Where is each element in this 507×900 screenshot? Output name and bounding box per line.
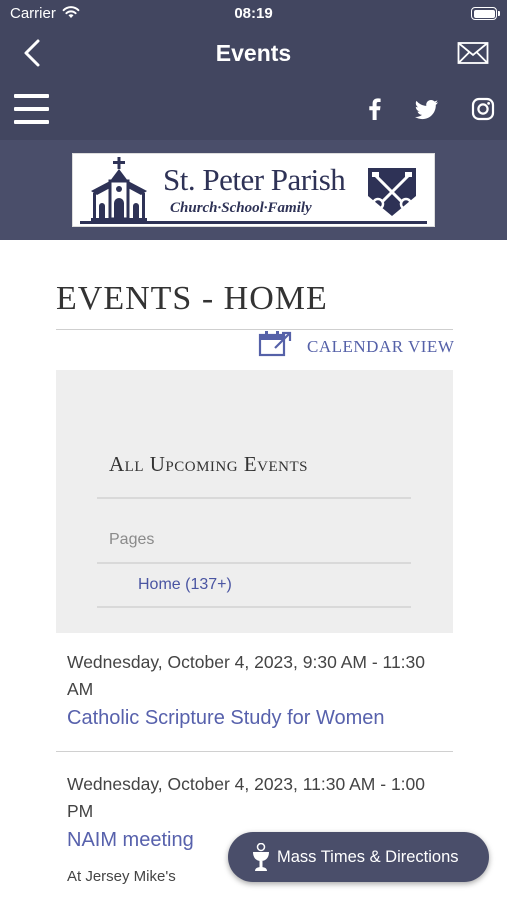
twitter-icon[interactable] bbox=[414, 96, 440, 122]
instagram-icon[interactable] bbox=[470, 96, 496, 122]
mass-times-directions-button[interactable]: Mass Times & Directions bbox=[228, 832, 489, 882]
chalice-icon bbox=[253, 843, 269, 871]
filter-panel: All Upcoming Events Pages Home (137+) bbox=[56, 370, 453, 633]
event-date: Wednesday, October 4, 2023, 9:30 AM - 11… bbox=[67, 652, 425, 699]
toolbar bbox=[0, 80, 507, 140]
calendar-view-label: CALENDAR VIEW bbox=[307, 337, 455, 356]
mail-icon[interactable] bbox=[457, 40, 489, 66]
logo-subtitle: Church·School·Family bbox=[170, 200, 312, 216]
church-icon bbox=[91, 157, 147, 221]
divider bbox=[97, 497, 411, 499]
crossed-keys-icon bbox=[368, 168, 416, 216]
section-heading: EVENTS - HOME bbox=[56, 280, 328, 317]
divider bbox=[97, 562, 411, 564]
battery-icon bbox=[471, 7, 500, 20]
clock: 08:19 bbox=[234, 5, 273, 22]
home-filter-link[interactable]: Home (137+) bbox=[138, 576, 232, 594]
event-title-link[interactable]: Catholic Scripture Study for Women bbox=[67, 703, 447, 733]
page-title: Events bbox=[215, 40, 292, 66]
event-item: Wednesday, October 4, 2023, 9:30 AM - 11… bbox=[67, 649, 447, 733]
calendar-icon bbox=[258, 331, 292, 357]
divider bbox=[97, 606, 411, 608]
logo-title: St. Peter Parish bbox=[163, 162, 346, 197]
mass-times-label: Mass Times & Directions bbox=[277, 848, 459, 866]
logo-underline bbox=[80, 221, 427, 224]
hamburger-menu-icon[interactable] bbox=[14, 93, 50, 125]
status-bar: Carrier 08:19 bbox=[0, 0, 507, 28]
event-date: Wednesday, October 4, 2023, 11:30 AM - 1… bbox=[67, 774, 425, 821]
pages-label: Pages bbox=[109, 531, 155, 548]
filter-title: All Upcoming Events bbox=[109, 452, 308, 476]
divider bbox=[56, 751, 453, 752]
nav-bar: Events bbox=[0, 28, 507, 80]
banner: St. Peter Parish Church·School·Family bbox=[0, 140, 507, 240]
parish-logo[interactable]: St. Peter Parish Church·School·Family bbox=[72, 153, 435, 227]
facebook-icon[interactable] bbox=[362, 96, 388, 122]
calendar-view-link[interactable]: CALENDAR VIEW bbox=[258, 330, 454, 360]
